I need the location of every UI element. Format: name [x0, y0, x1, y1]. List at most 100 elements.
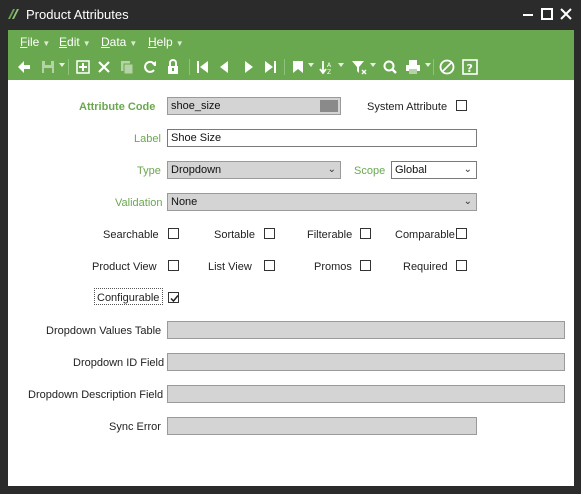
svg-text:Z: Z	[327, 69, 331, 76]
refresh-icon[interactable]	[141, 58, 159, 76]
menu-help-access-key: H	[148, 35, 157, 49]
menu-help[interactable]: Help ▼	[148, 35, 184, 49]
product-view-checkbox[interactable]	[168, 260, 179, 271]
close-button[interactable]	[557, 5, 575, 23]
attribute-code-label: Attribute Code	[79, 101, 156, 113]
back-arrow-icon[interactable]	[15, 58, 33, 76]
attribute-form: Attribute Code shoe_size System Attribut…	[8, 80, 574, 486]
validation-value: None	[171, 196, 198, 208]
add-icon[interactable]	[74, 58, 92, 76]
sortable-label: Sortable	[214, 229, 255, 241]
sortable-checkbox[interactable]	[264, 228, 275, 239]
dropdown-description-field-input[interactable]	[167, 385, 565, 403]
delete-icon[interactable]	[95, 58, 113, 76]
maximize-button[interactable]	[538, 5, 556, 23]
copy-icon[interactable]	[118, 58, 136, 76]
help-question-icon[interactable]: ?	[461, 58, 479, 76]
comparable-checkbox[interactable]	[456, 228, 467, 239]
attribute-code-field[interactable]: shoe_size	[167, 97, 341, 115]
type-select[interactable]: Dropdown ⌄	[167, 161, 341, 179]
bookmark-icon[interactable]	[289, 58, 307, 76]
dropdown-values-table-label: Dropdown Values Table	[46, 325, 162, 337]
system-attribute-label: System Attribute	[367, 101, 448, 113]
maximize-icon	[541, 8, 553, 20]
save-icon[interactable]	[39, 58, 57, 76]
title-bar[interactable]: Product Attributes	[0, 0, 581, 30]
configurable-label: Configurable	[97, 292, 160, 304]
sync-error-label: Sync Error	[109, 421, 161, 433]
scope-value: Global	[395, 164, 427, 176]
filterable-checkbox[interactable]	[360, 228, 371, 239]
previous-record-icon[interactable]	[215, 58, 233, 76]
chevron-down-icon: ▼	[175, 39, 184, 48]
first-record-icon[interactable]	[194, 58, 212, 76]
menu-help-label: elp	[156, 35, 173, 49]
system-attribute-checkbox[interactable]	[456, 100, 467, 111]
svg-text:A: A	[327, 62, 332, 69]
label-input[interactable]: Shoe Size	[167, 129, 477, 147]
required-checkbox[interactable]	[456, 260, 467, 271]
promos-label: Promos	[314, 261, 352, 273]
help-assist-icon[interactable]	[438, 58, 456, 76]
label-value: Shoe Size	[171, 132, 222, 144]
sort-dropdown-icon[interactable]	[338, 63, 344, 67]
label-label: Label	[134, 133, 161, 145]
save-dropdown-icon[interactable]	[59, 63, 65, 67]
type-value: Dropdown	[171, 164, 222, 176]
chevron-down-icon: ⌄	[463, 164, 472, 175]
list-view-checkbox[interactable]	[264, 260, 275, 271]
toolbar-separator	[68, 59, 69, 75]
scope-label: Scope	[354, 165, 386, 177]
chevron-down-icon: ⌄	[463, 196, 472, 207]
menu-bar: File ▼ Edit ▼ Data ▼ Help ▼	[8, 30, 574, 54]
dropdown-id-field-label: Dropdown ID Field	[73, 357, 165, 369]
chevron-down-icon: ▼	[129, 39, 138, 48]
close-icon	[560, 8, 572, 20]
promos-checkbox[interactable]	[360, 260, 371, 271]
menu-data[interactable]: Data ▼	[101, 35, 137, 49]
bookmark-dropdown-icon[interactable]	[308, 63, 314, 67]
toolbar-separator	[189, 59, 190, 75]
toolbar-separator	[433, 59, 434, 75]
lookup-block-icon[interactable]	[320, 100, 338, 112]
list-view-label: List View	[208, 261, 252, 273]
validation-label: Validation	[115, 197, 163, 209]
configurable-checkbox[interactable]	[168, 292, 179, 303]
minimize-icon	[523, 14, 533, 16]
menu-edit-label: dit	[67, 35, 80, 49]
sort-icon[interactable]: AZ	[317, 58, 335, 76]
searchable-checkbox[interactable]	[168, 228, 179, 239]
next-record-icon[interactable]	[240, 58, 258, 76]
required-label: Required	[403, 261, 448, 273]
dropdown-description-field-label: Dropdown Description Field	[28, 389, 164, 401]
search-icon[interactable]	[381, 58, 399, 76]
sync-error-field[interactable]	[167, 417, 477, 435]
menu-edit[interactable]: Edit ▼	[59, 35, 91, 49]
searchable-label: Searchable	[103, 229, 159, 241]
scope-select[interactable]: Global ⌄	[391, 161, 477, 179]
validation-select[interactable]: None ⌄	[167, 193, 477, 211]
print-icon[interactable]	[404, 58, 422, 76]
minimize-button[interactable]	[519, 5, 537, 23]
chevron-down-icon: ⌄	[327, 164, 336, 175]
type-label: Type	[137, 165, 161, 177]
menu-edit-access-key: E	[59, 35, 68, 49]
toolbar-separator	[284, 59, 285, 75]
filter-dropdown-icon[interactable]	[370, 63, 376, 67]
product-view-label: Product View	[92, 261, 157, 273]
lock-icon[interactable]	[164, 58, 182, 76]
app-logo-icon	[8, 9, 19, 19]
print-dropdown-icon[interactable]	[425, 63, 431, 67]
dropdown-id-field-input[interactable]	[167, 353, 565, 371]
menu-file[interactable]: File ▼	[20, 35, 50, 49]
dropdown-values-table-field[interactable]	[167, 321, 565, 339]
filterable-label: Filterable	[307, 229, 353, 241]
filter-icon[interactable]	[350, 58, 368, 76]
comparable-label: Comparable	[395, 229, 455, 241]
attribute-code-value: shoe_size	[171, 100, 221, 112]
chevron-down-icon: ▼	[82, 39, 91, 48]
product-attributes-window: Product Attributes File ▼ Edit ▼ Data ▼ Hel…	[0, 0, 581, 494]
checkmark-icon	[170, 295, 179, 303]
last-record-icon[interactable]	[261, 58, 279, 76]
menu-data-access-key: D	[101, 35, 110, 49]
